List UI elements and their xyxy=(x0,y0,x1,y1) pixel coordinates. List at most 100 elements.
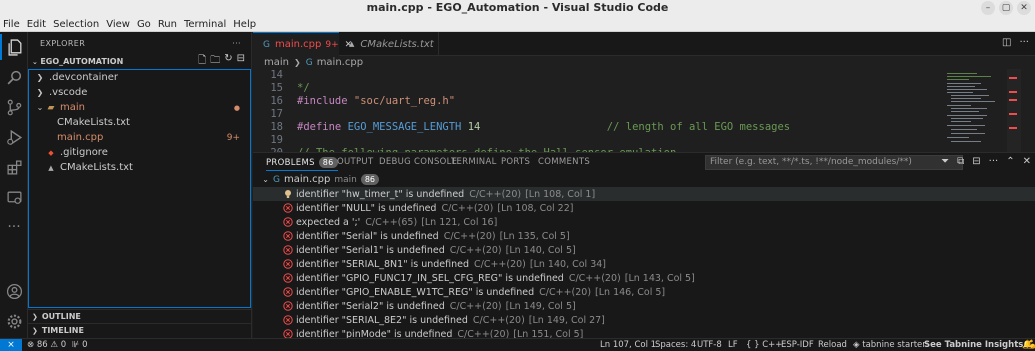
error-icon xyxy=(283,315,293,325)
tabnine-insights-link[interactable]: See Tabnine Insights 💪 xyxy=(924,339,1035,351)
outline-label: OUTLINE xyxy=(41,312,81,321)
tab-cmakelists[interactable]: ▲ CMakeLists.txt xyxy=(339,32,439,56)
collapse-all-icon[interactable]: ⊟ xyxy=(237,53,245,70)
tab-main-cpp[interactable]: G main.cpp 9+ ✕ xyxy=(253,32,352,56)
tab-problems[interactable]: PROBLEMS 86 xyxy=(266,157,338,171)
close-panel-icon[interactable]: ✕ xyxy=(1023,156,1031,167)
problem-row[interactable]: identifier "SERIAL_8E2" is undefined C/C+… xyxy=(253,313,1035,327)
menu-help[interactable]: Help xyxy=(233,19,256,30)
menu-go[interactable]: Go xyxy=(137,19,151,30)
tree-item-gitignore[interactable]: ◆ .gitignore xyxy=(29,145,250,160)
new-file-icon[interactable]: 🗋 xyxy=(198,53,206,70)
new-folder-icon[interactable]: 🗀 xyxy=(210,53,220,70)
timeline-label: TIMELINE xyxy=(41,326,84,335)
tab-output[interactable]: OUTPUT xyxy=(337,157,373,167)
search-icon[interactable] xyxy=(0,64,28,90)
notifications-bell-icon[interactable]: 🔔 xyxy=(1022,339,1033,351)
maximize-panel-icon[interactable]: ⌃ xyxy=(1006,156,1014,167)
cpp-icon: G xyxy=(305,57,313,68)
code-line[interactable]: 19 xyxy=(253,134,943,147)
problems-status[interactable]: ⊗ 86 ⚠ 0 xyxy=(27,339,66,351)
tree-item-main[interactable]: ⌄ ▰ main ● xyxy=(29,100,250,115)
filter-icon[interactable]: ⏷ xyxy=(941,156,949,167)
problem-text: identifier "pinMode" is undefined C/C++(2… xyxy=(296,329,583,339)
problem-row[interactable]: identifier "pinMode" is undefined C/C++(2… xyxy=(253,327,1035,338)
tab-comments[interactable]: COMMENTS xyxy=(538,157,590,167)
code-line[interactable]: 17 xyxy=(253,108,943,121)
tab-terminal[interactable]: TERMINAL xyxy=(451,157,497,167)
collapse-all-icon[interactable]: ⊟ xyxy=(972,156,980,167)
encoding[interactable]: UTF-8 xyxy=(697,339,722,351)
close-window-button[interactable]: ✕ xyxy=(1017,1,1031,15)
account-icon[interactable] xyxy=(0,278,28,304)
source-control-icon[interactable] xyxy=(0,94,28,120)
breadcrumb-folder[interactable]: main xyxy=(264,57,289,68)
problem-row[interactable]: identifier "hw_timer_t" is undefined C/C+… xyxy=(253,187,1035,201)
problem-message: identifier "Serial2" is undefined xyxy=(296,300,445,312)
code-token: #include xyxy=(297,95,354,107)
problem-row[interactable]: identifier "Serial2" is undefined C/C++(2… xyxy=(253,299,1035,313)
menu-view[interactable]: View xyxy=(106,19,130,30)
problem-row[interactable]: identifier "Serial1" is undefined C/C++(2… xyxy=(253,243,1035,257)
tabnine-status[interactable]: ◈ tabnine starter: xyxy=(853,339,929,351)
language-mode[interactable]: { } C++ xyxy=(746,339,782,351)
reload-button[interactable]: Reload xyxy=(818,339,847,351)
tab-debug-console[interactable]: DEBUG CONSOLE xyxy=(379,157,457,167)
problems-file-group[interactable]: ⌄ G main.cpp main 86 xyxy=(253,173,1035,186)
tree-item-vscode[interactable]: ❯ .vscode xyxy=(29,85,250,100)
split-editor-icon[interactable]: ◫ xyxy=(1002,37,1011,48)
tab-ports[interactable]: PORTS xyxy=(501,157,530,167)
ports-status[interactable]: ⊮ 0 xyxy=(72,339,88,351)
problem-row[interactable]: identifier "SERIAL_8N1" is undefined C/C+… xyxy=(253,257,1035,271)
code-line[interactable]: 18 #define EGO_MESSAGE_LENGTH 14 // lengt… xyxy=(253,121,943,134)
explorer-more-icon[interactable]: ··· xyxy=(232,39,241,48)
esp-idf-platform[interactable]: ESP-IDF xyxy=(781,339,814,351)
menu-selection[interactable]: Selection xyxy=(53,19,99,30)
minimize-button[interactable]: – xyxy=(981,1,995,15)
more-icon[interactable]: ··· xyxy=(0,214,28,240)
remote-indicator[interactable]: ⨯ xyxy=(0,339,22,351)
refresh-icon[interactable]: ↻ xyxy=(224,53,232,70)
cursor-position[interactable]: Ln 107, Col 1 xyxy=(600,339,656,351)
code-line[interactable]: 15 */ xyxy=(253,82,943,95)
editor-actions: ◫ ··· xyxy=(1002,37,1029,48)
problem-row[interactable]: identifier "NULL" is undefined C/C++(20)[… xyxy=(253,201,1035,215)
menu-file[interactable]: File xyxy=(3,19,20,30)
project-section-header[interactable]: ⌄ EGO_AUTOMATION 🗋 🗀 ↻ ⊟ xyxy=(28,53,251,70)
remote-explorer-icon[interactable] xyxy=(0,184,28,210)
code-token: #define xyxy=(297,121,348,133)
code-token: 14 xyxy=(467,121,481,133)
indentation[interactable]: Spaces: 4 xyxy=(655,339,696,351)
problem-source: C/C++(20) xyxy=(443,230,496,242)
tree-item-main-cpp[interactable]: main.cpp 9+ xyxy=(29,130,250,145)
tree-item-cmakelists-main[interactable]: CMakeLists.txt xyxy=(29,115,250,130)
outline-section[interactable]: ❯ OUTLINE xyxy=(28,309,251,323)
files-icon[interactable] xyxy=(0,34,28,60)
menu-terminal[interactable]: Terminal xyxy=(184,19,226,30)
copy-icon[interactable]: ⧉ xyxy=(957,156,964,167)
more-actions-icon[interactable]: ··· xyxy=(1019,37,1029,48)
problem-text: identifier "SERIAL_8E2" is undefined C/C+… xyxy=(296,315,605,326)
tree-item-label: main.cpp xyxy=(57,132,104,143)
problems-filter-input[interactable]: Filter (e.g. text, **/*.ts, !**/node_mod… xyxy=(705,155,963,170)
code-line[interactable]: 14 xyxy=(253,69,943,82)
problem-row[interactable]: identifier "GPIO_FUNC17_IN_SEL_CFG_REG" … xyxy=(253,271,1035,285)
code-line[interactable]: 16 #include "soc/uart_reg.h" xyxy=(253,95,943,108)
problem-row[interactable]: identifier "GPIO_ENABLE_W1TC_REG" is und… xyxy=(253,285,1035,299)
settings-icon[interactable] xyxy=(0,308,28,334)
tree-item-devcontainer[interactable]: ❯ .devcontainer xyxy=(29,70,250,85)
extensions-icon[interactable] xyxy=(0,154,28,180)
run-debug-icon[interactable] xyxy=(0,124,28,150)
minimap[interactable] xyxy=(945,69,1021,152)
timeline-section[interactable]: ❯ TIMELINE xyxy=(28,323,251,337)
line-ending[interactable]: LF xyxy=(728,339,738,351)
tree-item-cmakelists-root[interactable]: ▲ CMakeLists.txt xyxy=(29,160,250,175)
menu-edit[interactable]: Edit xyxy=(27,19,46,30)
more-icon[interactable]: ··· xyxy=(989,156,999,167)
problem-row[interactable]: expected a ';' C/C++(65) [Ln 121, Col 16] xyxy=(253,215,1035,229)
maximize-button[interactable]: ▢ xyxy=(999,1,1013,15)
menu-run[interactable]: Run xyxy=(158,19,177,30)
code-editor[interactable]: 14 15 */16 #include "soc/uart_reg.h" 17 18 #de… xyxy=(253,69,1035,152)
problem-row[interactable]: identifier "Serial" is undefined C/C++(20… xyxy=(253,229,1035,243)
breadcrumb-file[interactable]: main.cpp xyxy=(317,57,363,68)
